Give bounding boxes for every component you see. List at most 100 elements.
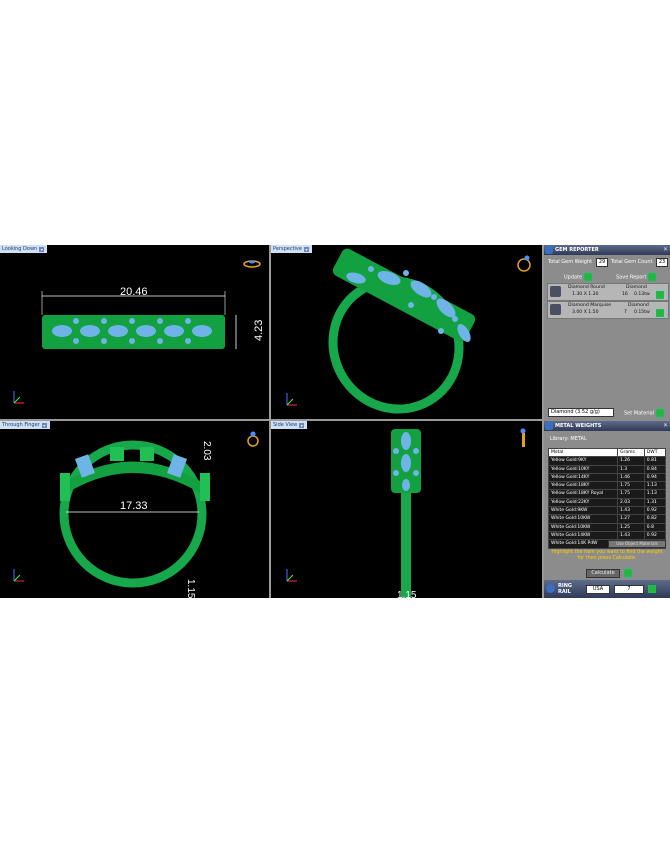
diamond-round-icon	[550, 286, 561, 297]
ring-icon	[546, 584, 555, 593]
dim-bottom: 1.15	[397, 590, 417, 598]
table-row[interactable]: Yellow Gold:14KY 1.46 0.94	[548, 472, 667, 483]
go-icon	[648, 273, 657, 281]
gem-count: 16	[622, 292, 628, 297]
table-row[interactable]: White Gold:10KW 1.27 0.82	[548, 514, 667, 524]
total-weight-value: 29	[596, 258, 608, 267]
table-row[interactable]: Yellow Gold:10KY 1.3 0.84	[548, 464, 667, 474]
perspective-render	[286, 248, 531, 414]
gem-size: 1.30 X 1.30	[572, 292, 599, 297]
table-cell: 1.75	[617, 489, 645, 499]
table-cell: 0.81	[643, 456, 667, 466]
ring-view-icon	[517, 255, 531, 272]
table-cell: 1.3	[617, 464, 645, 474]
ring-rail-label: RING RAIL	[558, 583, 572, 595]
viewport-label[interactable]: Side View ▾	[271, 421, 308, 429]
viewport-through-finger[interactable]: 17.33 2.03 1.15 Through Finger ▾	[0, 421, 269, 598]
gem-weight: 0.15tw	[634, 310, 650, 315]
close-icon[interactable]: ✕	[663, 245, 668, 255]
chevron-down-icon[interactable]: ▾	[39, 246, 45, 252]
update-button[interactable]: Update	[564, 273, 593, 281]
go-icon[interactable]	[656, 309, 664, 317]
viewport-perspective[interactable]: Perspective ▾	[271, 245, 542, 419]
axis-gizmo	[286, 393, 297, 406]
table-cell: 1.43	[617, 506, 645, 516]
ring-rail-bar: RING RAIL USA 7	[544, 580, 670, 598]
save-report-button[interactable]: Save Report	[616, 273, 657, 281]
chevron-down-icon[interactable]: ▾	[41, 422, 47, 428]
viewport-looking-down[interactable]: 20.46 4.23 Looking Down ▾	[0, 245, 269, 419]
gem-row[interactable]: Diamond Marquise Diamond 3.00 X 1.50 7 0…	[547, 301, 669, 319]
go-icon[interactable]	[624, 569, 632, 577]
table-cell: 1.75	[617, 481, 645, 491]
gem-weight: 0.13tw	[634, 292, 650, 297]
viewport-label[interactable]: Perspective ▾	[271, 245, 312, 253]
metal-weights-header: METAL WEIGHTS ✕	[544, 421, 670, 431]
go-icon[interactable]	[656, 291, 664, 299]
table-cell: 1.46	[617, 472, 645, 483]
table-cell: 1.26	[617, 456, 645, 466]
chevron-down-icon[interactable]: ▾	[299, 422, 305, 428]
table-cell: 0.92	[643, 530, 667, 541]
axis-gizmo	[286, 569, 297, 582]
table-cell: Yellow Gold:18KY	[548, 481, 618, 491]
table-cell: Yellow Gold:14KY	[548, 472, 618, 483]
total-count-label: Total Gem Count	[611, 259, 653, 265]
table-cell: 1.27	[617, 514, 645, 524]
diamond-marquise-icon	[550, 304, 561, 315]
table-row[interactable]: Yellow Gold:9KY 1.26 0.81	[548, 456, 667, 466]
table-cell: Yellow Gold:22KY	[548, 497, 618, 508]
material-select[interactable]: Diamond (3.52 g/g)	[548, 408, 614, 417]
viewport-label[interactable]: Looking Down ▾	[0, 245, 48, 253]
table-cell: White Gold:9KW	[548, 506, 618, 516]
metal-icon	[545, 422, 553, 430]
column-header: Grams	[617, 447, 645, 458]
total-weight-label: Total Gem Weight	[548, 259, 593, 265]
gem-row[interactable]: Diamond Round Diamond 1.30 X 1.30 16 0.1…	[547, 283, 669, 301]
table-cell: 0.92	[643, 506, 667, 516]
gem-count: 7	[624, 310, 627, 315]
total-count-value: 23	[656, 258, 668, 267]
go-icon	[584, 273, 593, 281]
calculate-button[interactable]: Calculate	[586, 569, 620, 578]
dim-height: 4.23	[253, 320, 265, 341]
gem-name: Diamond Marquise	[568, 303, 612, 308]
table-row[interactable]: Yellow Gold:18KY 1.75 1.13	[548, 481, 667, 491]
table-cell: 0.84	[643, 464, 667, 474]
column-header: DWT	[643, 447, 667, 458]
dim-width: 20.46	[120, 286, 148, 298]
side-panel: GEM REPORTER ✕ Total Gem Weight 29 Total…	[544, 245, 670, 598]
table-row[interactable]: White Gold:10KW 1.25 0.8	[548, 522, 667, 532]
table-cell: 0.94	[643, 472, 667, 483]
table-cell: Yellow Gold:18KY Royal	[548, 489, 618, 499]
set-material-button[interactable]: Set Material	[624, 409, 665, 417]
table-cell: 1.31	[643, 497, 667, 508]
viewport-side-view[interactable]: 1.15 Side View ▾	[271, 421, 542, 598]
ring-view-icon	[243, 260, 261, 268]
go-icon	[656, 409, 665, 417]
through-finger-render: 17.33 2.03 1.15	[13, 431, 259, 598]
viewport-label[interactable]: Through Finger ▾	[0, 421, 50, 429]
gem-name: Diamond Round	[568, 285, 605, 290]
ring-region-select[interactable]: USA	[586, 585, 610, 594]
table-cell: 0.8	[643, 522, 667, 532]
go-icon[interactable]	[648, 585, 656, 593]
table-cell: 1.43	[617, 530, 645, 541]
table-cell: Yellow Gold:9KY	[548, 456, 618, 466]
ring-size-select[interactable]: 7	[614, 585, 644, 594]
side-stones	[391, 429, 421, 493]
looking-down-render: 20.46 4.23	[13, 260, 265, 404]
chevron-down-icon[interactable]: ▾	[303, 246, 309, 252]
table-row[interactable]: White Gold:9KW 1.43 0.92	[548, 506, 667, 516]
table-row[interactable]: Yellow Gold:22KY 2.03 1.31	[548, 497, 667, 508]
use-object-materials-checkbox[interactable]: Use Object Materials	[608, 540, 666, 548]
table-cell: Yellow Gold:10KY	[548, 464, 618, 474]
table-row[interactable]: White Gold:14KW 1.43 0.92	[548, 530, 667, 541]
dim-bottom: 1.15	[185, 579, 196, 598]
table-cell: 0.82	[643, 514, 667, 524]
dim-top: 2.03	[201, 441, 212, 461]
table-row[interactable]: Yellow Gold:18KY Royal 1.75 1.13	[548, 489, 667, 499]
table-cell: White Gold:10KW	[548, 514, 618, 524]
table-cell: 1.25	[617, 522, 645, 532]
close-icon[interactable]: ✕	[663, 421, 668, 431]
